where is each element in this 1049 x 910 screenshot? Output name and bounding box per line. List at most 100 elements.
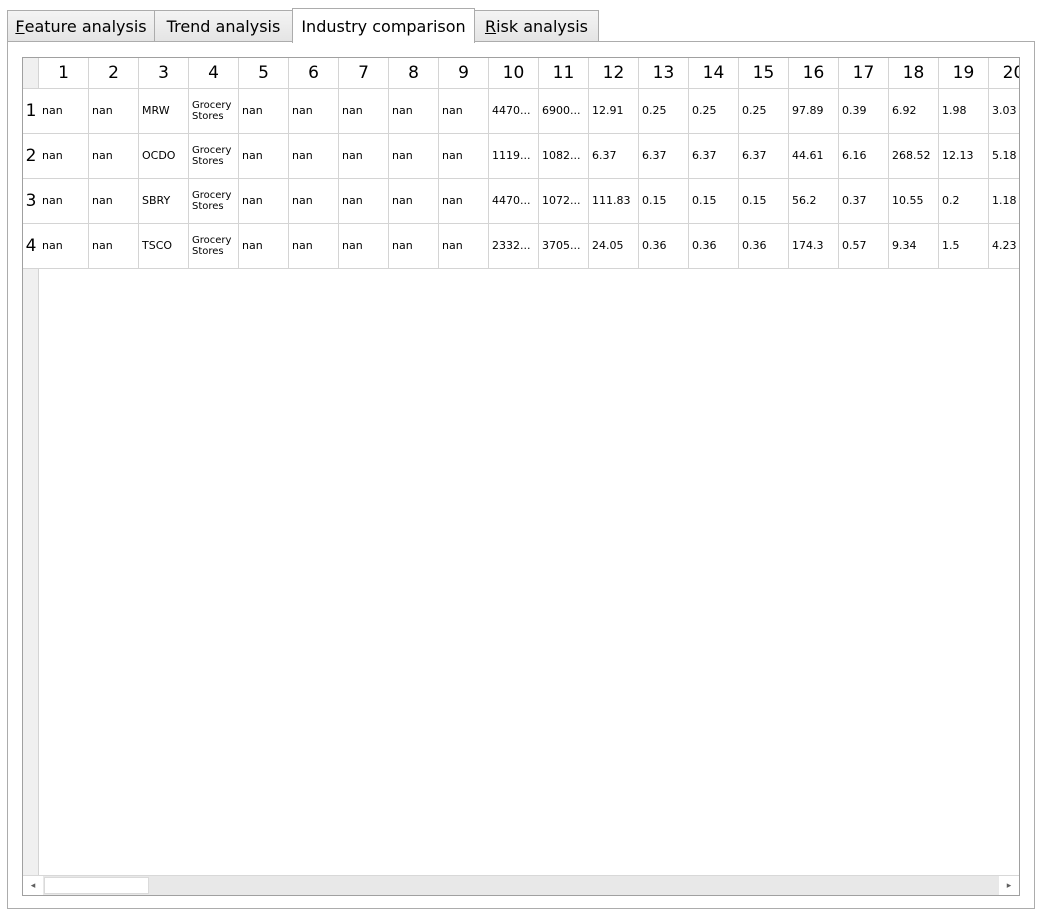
- table-cell[interactable]: nan: [439, 224, 489, 269]
- table-cell[interactable]: 44.61: [789, 134, 839, 179]
- table-cell[interactable]: 0.36: [689, 224, 739, 269]
- tab-trend-analysis[interactable]: Trend analysis: [154, 10, 293, 42]
- table-cell[interactable]: Grocery Stores: [189, 134, 239, 179]
- horizontal-scrollbar[interactable]: ◂ ▸: [23, 875, 1019, 895]
- column-header[interactable]: 19: [939, 58, 989, 89]
- table-cell[interactable]: 1082...: [539, 134, 589, 179]
- table-cell[interactable]: 9.34: [889, 224, 939, 269]
- table-cell[interactable]: 97.89: [789, 89, 839, 134]
- column-header[interactable]: 14: [689, 58, 739, 89]
- scroll-right-arrow-icon[interactable]: ▸: [999, 876, 1019, 895]
- table-cell[interactable]: 1119...: [489, 134, 539, 179]
- column-header[interactable]: 17: [839, 58, 889, 89]
- table-cell[interactable]: 6.37: [689, 134, 739, 179]
- table-cell[interactable]: 1072...: [539, 179, 589, 224]
- column-header[interactable]: 11: [539, 58, 589, 89]
- column-header[interactable]: 18: [889, 58, 939, 89]
- table-cell[interactable]: Grocery Stores: [189, 89, 239, 134]
- column-header[interactable]: 16: [789, 58, 839, 89]
- table-cell[interactable]: 2332...: [489, 224, 539, 269]
- table-cell[interactable]: nan: [289, 179, 339, 224]
- table-cell[interactable]: nan: [89, 224, 139, 269]
- table-cell[interactable]: 6.16: [839, 134, 889, 179]
- table-cell[interactable]: 0.36: [739, 224, 789, 269]
- table-cell[interactable]: TSCO: [139, 224, 189, 269]
- table-cell[interactable]: nan: [289, 89, 339, 134]
- table-cell[interactable]: 0.36: [639, 224, 689, 269]
- row-header[interactable]: 1: [23, 89, 39, 134]
- column-header[interactable]: 15: [739, 58, 789, 89]
- table-cell[interactable]: 12.13: [939, 134, 989, 179]
- column-header[interactable]: 12: [589, 58, 639, 89]
- table-cell[interactable]: nan: [339, 179, 389, 224]
- row-header[interactable]: 4: [23, 224, 39, 269]
- table-cell[interactable]: nan: [339, 224, 389, 269]
- scrollbar-thumb[interactable]: [44, 877, 149, 894]
- tab-feature-analysis[interactable]: Feature analysis: [7, 10, 155, 42]
- table-cell[interactable]: 4.23: [989, 224, 1019, 269]
- table-cell[interactable]: nan: [89, 179, 139, 224]
- table-cell[interactable]: 6.37: [739, 134, 789, 179]
- table-cell[interactable]: nan: [289, 134, 339, 179]
- table-cell[interactable]: nan: [439, 134, 489, 179]
- table-cell[interactable]: nan: [89, 134, 139, 179]
- table-cell[interactable]: nan: [239, 89, 289, 134]
- table-cell[interactable]: 1.98: [939, 89, 989, 134]
- table-cell[interactable]: nan: [39, 224, 89, 269]
- table-cell[interactable]: nan: [389, 179, 439, 224]
- table-cell[interactable]: Grocery Stores: [189, 179, 239, 224]
- table-cell[interactable]: nan: [389, 224, 439, 269]
- table-cell[interactable]: nan: [239, 179, 289, 224]
- column-header[interactable]: 7: [339, 58, 389, 89]
- table-cell[interactable]: 174.3: [789, 224, 839, 269]
- table-cell[interactable]: nan: [89, 89, 139, 134]
- table-cell[interactable]: 3705...: [539, 224, 589, 269]
- table-cell[interactable]: 0.25: [739, 89, 789, 134]
- table-cell[interactable]: 0.2: [939, 179, 989, 224]
- column-header[interactable]: 3: [139, 58, 189, 89]
- table-cell[interactable]: nan: [39, 89, 89, 134]
- column-header[interactable]: 13: [639, 58, 689, 89]
- table-cell[interactable]: nan: [439, 89, 489, 134]
- table-cell[interactable]: nan: [439, 179, 489, 224]
- table-cell[interactable]: nan: [39, 134, 89, 179]
- column-header[interactable]: 20: [989, 58, 1019, 89]
- table-cell[interactable]: OCDO: [139, 134, 189, 179]
- table-cell[interactable]: 56.2: [789, 179, 839, 224]
- table-cell[interactable]: 111.83: [589, 179, 639, 224]
- table-cell[interactable]: 0.37: [839, 179, 889, 224]
- table-cell[interactable]: nan: [239, 134, 289, 179]
- table-cell[interactable]: 6900...: [539, 89, 589, 134]
- data-table[interactable]: 1234567891011121314151617181920 1234 nan…: [22, 57, 1020, 896]
- tab-risk-analysis[interactable]: Risk analysis: [474, 10, 599, 42]
- table-cell[interactable]: 3.03: [989, 89, 1019, 134]
- column-header[interactable]: 4: [189, 58, 239, 89]
- table-cell[interactable]: 0.15: [689, 179, 739, 224]
- column-header[interactable]: 5: [239, 58, 289, 89]
- table-cell[interactable]: 4470...: [489, 89, 539, 134]
- table-cell[interactable]: nan: [289, 224, 339, 269]
- table-cell[interactable]: Grocery Stores: [189, 224, 239, 269]
- table-cell[interactable]: nan: [389, 89, 439, 134]
- column-header[interactable]: 2: [89, 58, 139, 89]
- tab-industry-comparison[interactable]: Industry comparison: [292, 8, 475, 43]
- table-cell[interactable]: 4470...: [489, 179, 539, 224]
- table-cell[interactable]: 10.55: [889, 179, 939, 224]
- table-cell[interactable]: 268.52: [889, 134, 939, 179]
- row-header[interactable]: 2: [23, 134, 39, 179]
- row-header[interactable]: 3: [23, 179, 39, 224]
- table-cell[interactable]: 24.05: [589, 224, 639, 269]
- column-header[interactable]: 8: [389, 58, 439, 89]
- table-cell[interactable]: 5.18: [989, 134, 1019, 179]
- table-cell[interactable]: 12.91: [589, 89, 639, 134]
- table-cell[interactable]: nan: [389, 134, 439, 179]
- table-cell[interactable]: 0.57: [839, 224, 889, 269]
- table-cell[interactable]: 6.92: [889, 89, 939, 134]
- column-header[interactable]: 9: [439, 58, 489, 89]
- table-cell[interactable]: nan: [239, 224, 289, 269]
- scroll-left-arrow-icon[interactable]: ◂: [23, 876, 43, 895]
- table-cell[interactable]: nan: [339, 134, 389, 179]
- column-header[interactable]: 1: [39, 58, 89, 89]
- column-header[interactable]: 6: [289, 58, 339, 89]
- table-cell[interactable]: 0.15: [639, 179, 689, 224]
